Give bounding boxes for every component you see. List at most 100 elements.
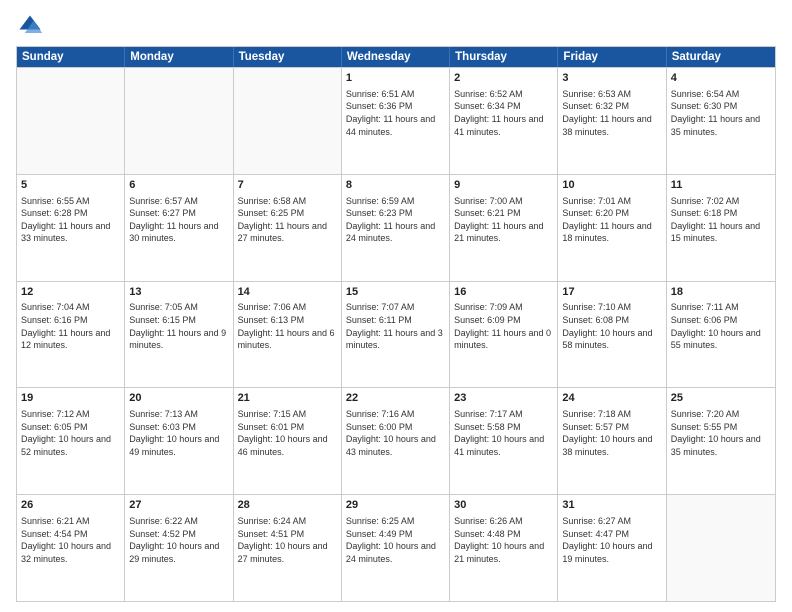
logo bbox=[16, 12, 48, 40]
day-cell-24: 24 Sunrise: 7:18 AM Sunset: 5:57 PM Dayli… bbox=[558, 388, 666, 494]
day-cell-26: 26Sunrise: 6:21 AM Sunset: 4:54 PM Dayli… bbox=[17, 495, 125, 601]
calendar-body: 1 Sunrise: 6:51 AM Sunset: 6:36 PM Daylig… bbox=[17, 67, 775, 601]
day-number: 13 bbox=[129, 285, 228, 300]
day-info: Sunrise: 7:11 AM Sunset: 6:06 PM Dayligh… bbox=[671, 301, 771, 351]
weekday-header-saturday: Saturday bbox=[667, 47, 775, 67]
day-number: 22 bbox=[346, 391, 445, 406]
day-cell-19: 19 Sunrise: 7:12 AM Sunset: 6:05 PM Dayli… bbox=[17, 388, 125, 494]
day-cell-6: 6Sunrise: 6:57 AM Sunset: 6:27 PM Daylig… bbox=[125, 175, 233, 281]
day-info: Sunrise: 7:10 AM Sunset: 6:08 PM Dayligh… bbox=[562, 301, 661, 351]
day-number: 2 bbox=[454, 71, 553, 86]
day-info: Sunrise: 7:13 AM Sunset: 6:03 PM Dayligh… bbox=[129, 408, 228, 458]
day-info: Sunrise: 7:17 AM Sunset: 5:58 PM Dayligh… bbox=[454, 408, 553, 458]
day-cell-4: 4 Sunrise: 6:54 AM Sunset: 6:30 PM Daylig… bbox=[667, 68, 775, 174]
day-info: Sunrise: 7:07 AM Sunset: 6:11 PM Dayligh… bbox=[346, 301, 445, 351]
day-number: 15 bbox=[346, 285, 445, 300]
empty-cell bbox=[234, 68, 342, 174]
day-cell-20: 20 Sunrise: 7:13 AM Sunset: 6:03 PM Dayli… bbox=[125, 388, 233, 494]
day-number: 18 bbox=[671, 285, 771, 300]
day-cell-21: 21 Sunrise: 7:15 AM Sunset: 6:01 PM Dayli… bbox=[234, 388, 342, 494]
day-info: Sunrise: 7:04 AM Sunset: 6:16 PM Dayligh… bbox=[21, 301, 120, 351]
day-number: 12 bbox=[21, 285, 120, 300]
day-cell-27: 27 Sunrise: 6:22 AM Sunset: 4:52 PM Dayli… bbox=[125, 495, 233, 601]
day-info: Sunrise: 7:02 AM Sunset: 6:18 PM Dayligh… bbox=[671, 195, 771, 245]
day-info: Sunrise: 7:18 AM Sunset: 5:57 PM Dayligh… bbox=[562, 408, 661, 458]
day-number: 23 bbox=[454, 391, 553, 406]
day-cell-31: 31 Sunrise: 6:27 AM Sunset: 4:47 PM Dayli… bbox=[558, 495, 666, 601]
day-number: 4 bbox=[671, 71, 771, 86]
day-info: Sunrise: 6:26 AM Sunset: 4:48 PM Dayligh… bbox=[454, 515, 553, 565]
weekday-header-friday: Friday bbox=[558, 47, 666, 67]
day-info: Sunrise: 7:16 AM Sunset: 6:00 PM Dayligh… bbox=[346, 408, 445, 458]
day-info: Sunrise: 7:00 AM Sunset: 6:21 PM Dayligh… bbox=[454, 195, 553, 245]
day-number: 16 bbox=[454, 285, 553, 300]
day-number: 9 bbox=[454, 178, 553, 193]
day-info: Sunrise: 6:21 AM Sunset: 4:54 PM Dayligh… bbox=[21, 515, 120, 565]
day-number: 17 bbox=[562, 285, 661, 300]
day-cell-25: 25Sunrise: 7:20 AM Sunset: 5:55 PM Dayli… bbox=[667, 388, 775, 494]
day-info: Sunrise: 7:06 AM Sunset: 6:13 PM Dayligh… bbox=[238, 301, 337, 351]
day-cell-10: 10Sunrise: 7:01 AM Sunset: 6:20 PM Dayli… bbox=[558, 175, 666, 281]
day-number: 1 bbox=[346, 71, 445, 86]
day-cell-29: 29 Sunrise: 6:25 AM Sunset: 4:49 PM Dayli… bbox=[342, 495, 450, 601]
day-number: 21 bbox=[238, 391, 337, 406]
day-number: 29 bbox=[346, 498, 445, 513]
day-info: Sunrise: 6:52 AM Sunset: 6:34 PM Dayligh… bbox=[454, 88, 553, 138]
day-number: 31 bbox=[562, 498, 661, 513]
day-info: Sunrise: 7:12 AM Sunset: 6:05 PM Dayligh… bbox=[21, 408, 120, 458]
day-number: 30 bbox=[454, 498, 553, 513]
day-cell-11: 11Sunrise: 7:02 AM Sunset: 6:18 PM Dayli… bbox=[667, 175, 775, 281]
day-number: 25 bbox=[671, 391, 771, 406]
day-cell-13: 13Sunrise: 7:05 AM Sunset: 6:15 PM Dayli… bbox=[125, 282, 233, 388]
day-info: Sunrise: 7:01 AM Sunset: 6:20 PM Dayligh… bbox=[562, 195, 661, 245]
day-cell-23: 23 Sunrise: 7:17 AM Sunset: 5:58 PM Dayli… bbox=[450, 388, 558, 494]
day-cell-14: 14Sunrise: 7:06 AM Sunset: 6:13 PM Dayli… bbox=[234, 282, 342, 388]
day-cell-3: 3Sunrise: 6:53 AM Sunset: 6:32 PM Daylig… bbox=[558, 68, 666, 174]
day-info: Sunrise: 6:25 AM Sunset: 4:49 PM Dayligh… bbox=[346, 515, 445, 565]
day-info: Sunrise: 6:22 AM Sunset: 4:52 PM Dayligh… bbox=[129, 515, 228, 565]
day-info: Sunrise: 6:58 AM Sunset: 6:25 PM Dayligh… bbox=[238, 195, 337, 245]
day-cell-16: 16Sunrise: 7:09 AM Sunset: 6:09 PM Dayli… bbox=[450, 282, 558, 388]
day-cell-7: 7Sunrise: 6:58 AM Sunset: 6:25 PM Daylig… bbox=[234, 175, 342, 281]
weekday-header-wednesday: Wednesday bbox=[342, 47, 450, 67]
day-info: Sunrise: 6:53 AM Sunset: 6:32 PM Dayligh… bbox=[562, 88, 661, 138]
day-info: Sunrise: 7:09 AM Sunset: 6:09 PM Dayligh… bbox=[454, 301, 553, 351]
page: SundayMondayTuesdayWednesdayThursdayFrid… bbox=[0, 0, 792, 612]
day-number: 5 bbox=[21, 178, 120, 193]
day-info: Sunrise: 6:55 AM Sunset: 6:28 PM Dayligh… bbox=[21, 195, 120, 245]
weekday-header-sunday: Sunday bbox=[17, 47, 125, 67]
weekday-header-monday: Monday bbox=[125, 47, 233, 67]
day-number: 20 bbox=[129, 391, 228, 406]
day-cell-8: 8 Sunrise: 6:59 AM Sunset: 6:23 PM Daylig… bbox=[342, 175, 450, 281]
day-info: Sunrise: 6:27 AM Sunset: 4:47 PM Dayligh… bbox=[562, 515, 661, 565]
day-cell-15: 15Sunrise: 7:07 AM Sunset: 6:11 PM Dayli… bbox=[342, 282, 450, 388]
logo-icon bbox=[16, 12, 44, 40]
day-number: 19 bbox=[21, 391, 120, 406]
calendar-row-1: 5 Sunrise: 6:55 AM Sunset: 6:28 PM Daylig… bbox=[17, 174, 775, 281]
calendar-row-0: 1 Sunrise: 6:51 AM Sunset: 6:36 PM Daylig… bbox=[17, 67, 775, 174]
day-number: 8 bbox=[346, 178, 445, 193]
weekday-header-tuesday: Tuesday bbox=[234, 47, 342, 67]
calendar-row-2: 12Sunrise: 7:04 AM Sunset: 6:16 PM Dayli… bbox=[17, 281, 775, 388]
day-cell-5: 5 Sunrise: 6:55 AM Sunset: 6:28 PM Daylig… bbox=[17, 175, 125, 281]
empty-cell bbox=[667, 495, 775, 601]
day-number: 24 bbox=[562, 391, 661, 406]
calendar-row-3: 19 Sunrise: 7:12 AM Sunset: 6:05 PM Dayli… bbox=[17, 387, 775, 494]
day-number: 27 bbox=[129, 498, 228, 513]
day-info: Sunrise: 6:51 AM Sunset: 6:36 PM Dayligh… bbox=[346, 88, 445, 138]
day-info: Sunrise: 6:24 AM Sunset: 4:51 PM Dayligh… bbox=[238, 515, 337, 565]
header bbox=[16, 12, 776, 40]
day-number: 28 bbox=[238, 498, 337, 513]
day-cell-17: 17Sunrise: 7:10 AM Sunset: 6:08 PM Dayli… bbox=[558, 282, 666, 388]
empty-cell bbox=[125, 68, 233, 174]
day-cell-22: 22 Sunrise: 7:16 AM Sunset: 6:00 PM Dayli… bbox=[342, 388, 450, 494]
day-info: Sunrise: 6:57 AM Sunset: 6:27 PM Dayligh… bbox=[129, 195, 228, 245]
calendar-row-4: 26Sunrise: 6:21 AM Sunset: 4:54 PM Dayli… bbox=[17, 494, 775, 601]
day-info: Sunrise: 7:15 AM Sunset: 6:01 PM Dayligh… bbox=[238, 408, 337, 458]
day-info: Sunrise: 6:54 AM Sunset: 6:30 PM Dayligh… bbox=[671, 88, 771, 138]
day-info: Sunrise: 6:59 AM Sunset: 6:23 PM Dayligh… bbox=[346, 195, 445, 245]
day-cell-12: 12Sunrise: 7:04 AM Sunset: 6:16 PM Dayli… bbox=[17, 282, 125, 388]
day-info: Sunrise: 7:05 AM Sunset: 6:15 PM Dayligh… bbox=[129, 301, 228, 351]
day-cell-1: 1 Sunrise: 6:51 AM Sunset: 6:36 PM Daylig… bbox=[342, 68, 450, 174]
calendar-header: SundayMondayTuesdayWednesdayThursdayFrid… bbox=[17, 47, 775, 67]
